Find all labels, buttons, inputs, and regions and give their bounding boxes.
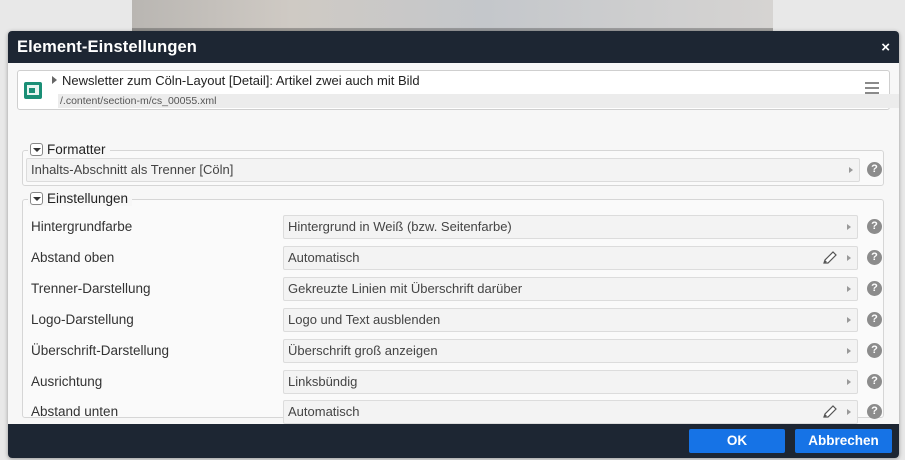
cancel-button[interactable]: Abbrechen — [795, 429, 892, 453]
setting-label: Überschrift-Darstellung — [31, 343, 170, 358]
ok-button[interactable]: OK — [689, 429, 785, 453]
formatter-legend: Formatter — [28, 142, 110, 157]
resource-path: /.content/section-m/cs_00055.xml — [58, 94, 899, 108]
formatter-select[interactable]: Inhalts-Abschnitt als Trenner [Cöln] — [26, 158, 860, 182]
setting-value: Hintergrund in Weiß (bzw. Seitenfarbe) — [288, 219, 512, 234]
caret-right-icon — [847, 348, 851, 354]
setting-value: Überschrift groß anzeigen — [288, 343, 438, 358]
setting-value: Logo und Text ausblenden — [288, 312, 441, 327]
setting-select-trenner-darstellung[interactable]: Gekreuzte Linien mit Überschrift darüber — [283, 277, 858, 301]
setting-label: Trenner-Darstellung — [31, 281, 151, 296]
close-icon[interactable]: × — [881, 40, 890, 55]
setting-select-abstand-oben[interactable]: Automatisch — [283, 246, 858, 270]
expand-triangle-icon[interactable] — [52, 76, 57, 84]
setting-label: Ausrichtung — [31, 374, 103, 389]
setting-value: Automatisch — [288, 250, 360, 265]
setting-select-abstand-unten[interactable]: Automatisch — [283, 400, 858, 424]
setting-value: Linksbündig — [288, 374, 358, 389]
caret-right-icon — [847, 409, 851, 415]
settings-legend: Einstellungen — [28, 191, 133, 206]
caret-right-icon — [847, 379, 851, 385]
setting-label: Abstand oben — [31, 250, 115, 265]
dialog-body: Newsletter zum Cöln-Layout [Detail]: Art… — [8, 63, 899, 424]
setting-label: Logo-Darstellung — [31, 312, 134, 327]
help-icon[interactable]: ? — [867, 374, 882, 389]
content-document-icon — [24, 82, 42, 99]
setting-select-ausrichtung[interactable]: Linksbündig — [283, 370, 858, 394]
help-icon[interactable]: ? — [867, 312, 882, 327]
help-icon[interactable]: ? — [867, 250, 882, 265]
help-icon[interactable]: ? — [867, 343, 882, 358]
background-page — [132, 0, 773, 34]
caret-right-icon — [847, 255, 851, 261]
help-icon[interactable]: ? — [867, 219, 882, 234]
setting-label: Hintergrundfarbe — [31, 219, 133, 234]
menu-icon[interactable] — [865, 82, 879, 94]
help-icon[interactable]: ? — [867, 281, 882, 296]
pencil-edit-icon[interactable] — [821, 250, 839, 266]
formatter-legend-label: Formatter — [47, 142, 106, 157]
dialog-titlebar: Element-Einstellungen × — [8, 31, 899, 63]
setting-select-logo-darstellung[interactable]: Logo und Text ausblenden — [283, 308, 858, 332]
element-settings-dialog: Element-Einstellungen × Newsletter zum C… — [8, 31, 899, 458]
dialog-footer: OK Abbrechen — [8, 424, 899, 458]
resource-info: Newsletter zum Cöln-Layout [Detail]: Art… — [17, 70, 899, 110]
settings-legend-label: Einstellungen — [47, 191, 129, 206]
setting-label: Abstand unten — [31, 404, 119, 419]
caret-right-icon — [849, 167, 853, 173]
pencil-edit-icon[interactable] — [821, 404, 839, 420]
setting-select-ueberschrift-darstellung[interactable]: Überschrift groß anzeigen — [283, 339, 858, 363]
caret-right-icon — [847, 286, 851, 292]
collapse-toggle-icon[interactable] — [30, 192, 43, 205]
resource-title: Newsletter zum Cöln-Layout [Detail]: Art… — [62, 73, 420, 88]
collapse-toggle-icon[interactable] — [30, 143, 43, 156]
dialog-title: Element-Einstellungen — [17, 37, 197, 56]
formatter-section: Formatter Inhalts-Abschnitt als Trenner … — [22, 142, 884, 186]
caret-right-icon — [847, 224, 851, 230]
formatter-select-value: Inhalts-Abschnitt als Trenner [Cöln] — [31, 162, 234, 177]
setting-value: Gekreuzte Linien mit Überschrift darüber — [288, 281, 523, 296]
setting-select-hintergrundfarbe[interactable]: Hintergrund in Weiß (bzw. Seitenfarbe) — [283, 215, 858, 239]
settings-section: Einstellungen Hintergrundfarbe Hintergru… — [22, 191, 884, 424]
setting-value: Automatisch — [288, 404, 360, 419]
caret-right-icon — [847, 317, 851, 323]
help-icon[interactable]: ? — [867, 162, 882, 177]
help-icon[interactable]: ? — [867, 404, 882, 419]
